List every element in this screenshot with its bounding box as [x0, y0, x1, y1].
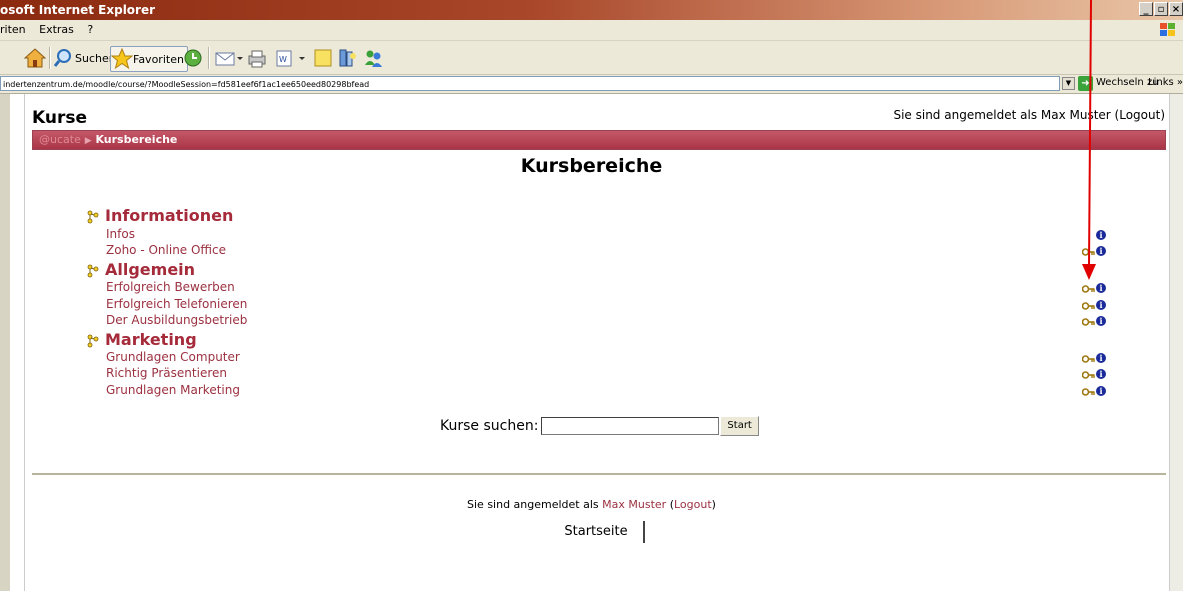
- star-icon: [111, 48, 133, 70]
- address-dropdown-button[interactable]: ▼: [1062, 77, 1075, 90]
- divider: [32, 473, 1166, 475]
- address-input[interactable]: indertenzentrum.de/moodle/course/?Moodle…: [0, 76, 1060, 91]
- course-link[interactable]: Infos: [106, 227, 135, 241]
- menu-help[interactable]: ?: [87, 23, 93, 36]
- category-icon: [86, 209, 100, 223]
- info-icon[interactable]: i: [1096, 246, 1106, 256]
- key-icon: [1081, 382, 1096, 401]
- magnifier-icon: [53, 49, 71, 67]
- address-bar: indertenzentrum.de/moodle/course/?Moodle…: [0, 75, 1183, 94]
- maximize-button[interactable]: ▫: [1154, 2, 1168, 16]
- course-icons: i: [1081, 367, 1106, 381]
- breadcrumb-home-link[interactable]: @ucate: [39, 133, 81, 146]
- course-icons: i: [1081, 281, 1106, 295]
- category-icon: [86, 263, 100, 277]
- info-icon[interactable]: i: [1096, 353, 1106, 363]
- category-name[interactable]: Allgemein: [105, 260, 195, 279]
- course-icons: i: [1081, 382, 1106, 401]
- info-icon[interactable]: i: [1096, 316, 1106, 326]
- menu-bar: riten Extras ?: [0, 20, 1183, 41]
- course-icons: i: [1081, 298, 1106, 312]
- info-icon[interactable]: i: [1096, 386, 1106, 396]
- key-icon: [1081, 312, 1096, 331]
- word-edit-icon[interactable]: W: [274, 46, 308, 70]
- login-info: Sie sind angemeldet als Max Muster (Logo…: [893, 108, 1165, 122]
- history-icon[interactable]: [182, 46, 204, 70]
- menu-favorites[interactable]: riten: [0, 23, 26, 36]
- course-icons: i: [1081, 351, 1106, 365]
- course-icons: i: [1081, 312, 1106, 331]
- category-heading[interactable]: Informationen: [86, 206, 233, 225]
- note-icon[interactable]: [312, 46, 334, 70]
- favorites-toolbar-label: Favoriten: [133, 52, 184, 66]
- breadcrumb-current: Kursbereiche: [95, 133, 178, 146]
- info-icon[interactable]: i: [1096, 369, 1106, 379]
- course-link[interactable]: Erfolgreich Bewerben: [106, 280, 235, 294]
- breadcrumb-separator-icon: ▶: [84, 136, 92, 146]
- info-icon[interactable]: i: [1096, 230, 1106, 240]
- footer-logout-link[interactable]: Logout: [674, 498, 712, 511]
- window-title: osoft Internet Explorer: [0, 3, 156, 17]
- category-heading[interactable]: Marketing: [86, 330, 197, 349]
- close-button[interactable]: ×: [1169, 2, 1183, 16]
- toolbar: Suchen Favoriten W: [0, 41, 1183, 75]
- course-search: Kurse suchen: Start: [440, 416, 759, 436]
- category-heading[interactable]: Allgemein: [86, 260, 195, 279]
- info-icon[interactable]: i: [1096, 283, 1106, 293]
- category-name[interactable]: Marketing: [105, 330, 197, 349]
- search-input[interactable]: [541, 417, 720, 435]
- course-link[interactable]: Richtig Präsentieren: [106, 366, 227, 380]
- footer-login-text: Sie sind angemeldet als: [467, 498, 599, 511]
- course-link[interactable]: Grundlagen Computer: [106, 350, 240, 364]
- search-toolbar-button[interactable]: Suchen: [53, 46, 116, 70]
- breadcrumb: @ucate ▶ Kursbereiche: [32, 130, 1166, 150]
- page-header: Kurse: [32, 108, 88, 128]
- home-button[interactable]: Startseite: [549, 521, 645, 543]
- menu-extras[interactable]: Extras: [39, 23, 74, 36]
- window-controls: _ ▫ ×: [1138, 2, 1183, 16]
- windows-logo-icon: [1160, 23, 1175, 36]
- home-icon[interactable]: [24, 46, 46, 70]
- footer-user-link[interactable]: Max Muster: [602, 498, 666, 511]
- course-icons: i: [1081, 242, 1106, 261]
- research-icon[interactable]: [337, 46, 359, 70]
- course-icons: i: [1082, 228, 1106, 242]
- mail-icon[interactable]: [214, 46, 244, 70]
- svg-text:W: W: [279, 55, 287, 64]
- category-icon: [86, 333, 100, 347]
- messenger-icon[interactable]: [362, 46, 384, 70]
- course-link[interactable]: Zoho - Online Office: [106, 243, 226, 257]
- minimize-button[interactable]: _: [1139, 2, 1153, 16]
- category-name[interactable]: Informationen: [105, 206, 233, 225]
- favorites-toolbar-button[interactable]: Favoriten: [110, 46, 188, 72]
- page-title: Kursbereiche: [520, 155, 663, 177]
- links-button[interactable]: Links »: [1148, 77, 1183, 88]
- footer-login-info: Sie sind angemeldet als Max Muster (Logo…: [467, 498, 716, 511]
- go-arrow-icon[interactable]: ➜: [1078, 76, 1093, 91]
- search-label: Kurse suchen:: [440, 418, 539, 434]
- course-link[interactable]: Erfolgreich Telefonieren: [106, 297, 247, 311]
- window-title-bar: osoft Internet Explorer _ ▫ ×: [0, 0, 1183, 20]
- search-start-button[interactable]: Start: [720, 416, 759, 436]
- key-icon: [1081, 242, 1096, 261]
- info-icon[interactable]: i: [1096, 300, 1106, 310]
- course-link[interactable]: Grundlagen Marketing: [106, 383, 240, 397]
- print-icon[interactable]: [246, 46, 268, 70]
- course-link[interactable]: Der Ausbildungsbetrieb: [106, 313, 247, 327]
